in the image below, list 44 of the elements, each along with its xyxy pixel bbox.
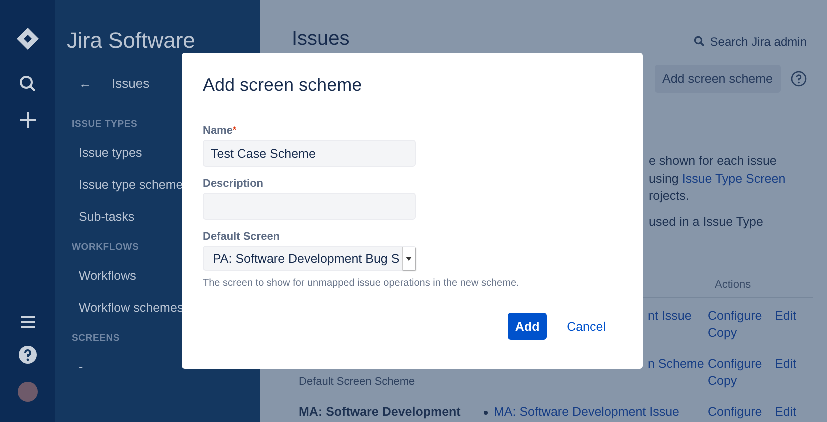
dialog-title: Add screen scheme xyxy=(203,75,364,96)
description-text: e shown for each issue xyxy=(649,154,777,168)
logo-icon[interactable] xyxy=(16,27,40,51)
scheme-name: MA: Software Development xyxy=(299,405,462,419)
action-link[interactable]: Configure xyxy=(708,309,775,323)
cancel-link[interactable]: Cancel xyxy=(561,320,612,334)
description-text: using xyxy=(649,172,680,186)
add-screen-scheme-button[interactable]: Add screen scheme xyxy=(654,65,781,93)
search-icon xyxy=(694,36,706,47)
search-icon[interactable] xyxy=(18,75,36,93)
page-title: Issues xyxy=(292,28,350,51)
field-label: Default Screen xyxy=(203,231,280,243)
bullet-icon xyxy=(484,411,488,415)
plus-icon[interactable] xyxy=(18,111,36,129)
description-text: used in a Issue Type xyxy=(649,214,764,228)
action-link[interactable]: Configure xyxy=(708,405,775,419)
menu-icon[interactable] xyxy=(20,316,34,328)
product-name: Jira Software xyxy=(67,28,196,54)
section-heading: ISSUE TYPES xyxy=(72,119,138,130)
column-header: Actions xyxy=(715,279,752,291)
field-label: Name xyxy=(203,125,233,137)
input-field[interactable]: Test Case Scheme xyxy=(203,140,416,167)
field-label: Description xyxy=(203,178,264,190)
required-mark: * xyxy=(232,125,236,135)
section-heading: SCREENS xyxy=(72,333,120,344)
action-link[interactable]: Configure xyxy=(708,357,775,371)
link[interactable]: nt Issue xyxy=(648,309,692,323)
action-link[interactable]: Edit xyxy=(775,309,813,323)
link[interactable]: n Scheme xyxy=(648,357,704,371)
help-text: The screen to show for unmapped issue operations in the new scheme. xyxy=(203,278,520,289)
description-text: rojects. xyxy=(649,189,690,203)
search-link[interactable]: Search Jira admin xyxy=(694,34,807,48)
action-link[interactable]: Copy xyxy=(708,374,775,388)
action-link[interactable]: Edit xyxy=(775,405,813,419)
link[interactable]: Issue Type Screen xyxy=(682,172,786,186)
section-heading: WORKFLOWS xyxy=(72,242,140,253)
action-link[interactable]: Copy xyxy=(708,326,775,340)
link[interactable]: MA: Software Development Issue xyxy=(494,405,680,419)
scheme-description: Default Screen Scheme xyxy=(299,376,416,388)
action-link[interactable]: Edit xyxy=(775,357,813,371)
add-button[interactable]: Add xyxy=(508,313,548,340)
select-field[interactable]: PA: Software Development Bug S xyxy=(203,246,416,271)
help-icon[interactable] xyxy=(18,346,36,364)
caret-icon xyxy=(406,256,412,260)
